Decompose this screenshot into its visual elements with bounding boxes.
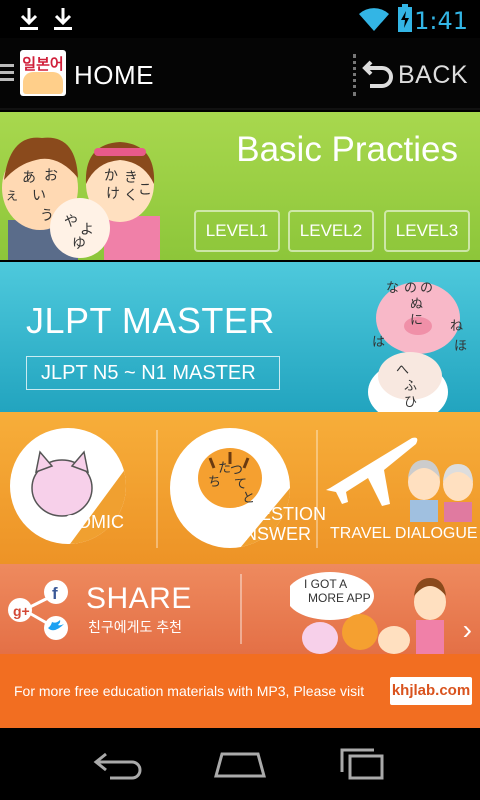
chevron-right-icon: ›	[462, 614, 472, 645]
svg-text:き: き	[124, 169, 138, 185]
jlpt-master-title: JLPT MASTER	[26, 300, 275, 341]
svg-text:て: て	[234, 476, 247, 491]
svg-text:と: と	[242, 490, 255, 505]
svg-text:ね: ね	[450, 318, 463, 333]
kids-illustration: あ お い う え か き け く こ や よ ゆ	[2, 137, 160, 260]
svg-text:け: け	[106, 185, 120, 201]
footer-banner[interactable]: For more free education materials with M…	[0, 654, 480, 728]
svg-text:MORE APP: MORE APP	[308, 591, 371, 605]
screen: 1:41 일본어 HOME BACK あ お い う え か き け く こ や…	[0, 0, 480, 800]
page-title: HOME	[74, 60, 154, 90]
share-network-icon: g+ f	[8, 580, 68, 640]
travel-dialogue-label: TRAVEL DIALOGUE	[330, 525, 478, 542]
back-arrow-icon	[362, 60, 393, 88]
footer-site-link[interactable]: khjlab.com	[390, 677, 472, 705]
svg-text:の: の	[404, 280, 417, 295]
app-logo-text: 일본어	[22, 55, 64, 73]
travel-dialogue-button[interactable]: TRAVEL DIALOGUE	[318, 412, 480, 564]
basic-practies-tile[interactable]: あ お い う え か き け く こ や よ ゆ Basic Practies…	[0, 112, 480, 260]
more-app-illustration: I GOT A MORE APP	[290, 572, 446, 654]
system-nav-bar	[0, 728, 480, 800]
svg-text:I GOT A: I GOT A	[304, 577, 347, 591]
answer-label: ANSWER	[232, 524, 312, 544]
svg-text:く: く	[124, 187, 138, 203]
footer-text: For more free education materials with M…	[14, 683, 365, 699]
recents-nav-icon[interactable]	[334, 746, 390, 782]
svg-text:お: お	[44, 167, 58, 183]
svg-text:ほ: ほ	[454, 338, 467, 353]
question-answer-button[interactable]: た ち つ て と QUESTION ANSWER	[158, 412, 326, 564]
back-label: BACK	[398, 61, 469, 89]
share-title: SHARE	[86, 582, 192, 615]
svg-text:の: の	[420, 280, 433, 295]
share-subtitle: 친구에게도 추천	[88, 619, 183, 635]
svg-text:g+: g+	[13, 603, 30, 619]
svg-text:ひ: ひ	[404, 394, 417, 409]
status-bar: 1:41	[0, 0, 480, 38]
svg-text:い: い	[32, 187, 46, 203]
download-icon	[54, 8, 72, 30]
level3-button[interactable]: LEVEL3	[384, 210, 470, 252]
svg-text:え: え	[6, 189, 18, 203]
wifi-icon	[359, 8, 389, 32]
share-button[interactable]: g+ f SHARE 친구에게도 추천	[0, 564, 240, 654]
svg-text:へ: へ	[396, 362, 409, 377]
svg-text:ふ: ふ	[404, 378, 417, 393]
svg-text:ゆ: ゆ	[72, 235, 86, 251]
svg-text:ぬ: ぬ	[410, 296, 423, 311]
question-label: QUESTION	[232, 504, 327, 524]
svg-text:や: や	[64, 213, 78, 229]
basic-practies-title: Basic Practies	[236, 130, 458, 169]
comic-button[interactable]: COMIC	[0, 412, 156, 564]
divider	[353, 54, 356, 96]
more-app-button[interactable]: I GOT A MORE APP ›	[242, 564, 480, 654]
battery-charging-icon	[398, 4, 412, 32]
menu-icon[interactable]	[0, 64, 14, 82]
level2-button[interactable]: LEVEL2	[288, 210, 374, 252]
download-icon	[20, 8, 38, 30]
svg-text:は: は	[372, 334, 385, 349]
back-nav-icon[interactable]	[92, 746, 148, 782]
jlpt-n5-n1-button[interactable]: JLPT N5 ~ N1 MASTER	[26, 356, 280, 390]
jlpt-master-tile[interactable]: JLPT MASTER JLPT N5 ~ N1 MASTER な の の ぬ …	[0, 262, 480, 412]
svg-text:か: か	[104, 167, 118, 183]
svg-text:f: f	[52, 584, 58, 603]
app-logo[interactable]: 일본어	[20, 50, 66, 96]
logo-kids-illustration	[23, 72, 63, 94]
comic-label: COMIC	[64, 512, 124, 532]
svg-text:う: う	[40, 207, 54, 223]
level1-button[interactable]: LEVEL1	[194, 210, 280, 252]
svg-text:あ: あ	[22, 169, 36, 185]
app-bar: 일본어 HOME BACK	[0, 38, 480, 110]
activities-tile: COMIC た ち つ て と QUESTION ANSWER TRAVEL D…	[0, 412, 480, 564]
home-nav-icon[interactable]	[212, 746, 268, 782]
svg-text:ち: ち	[208, 474, 221, 489]
svg-text:つ: つ	[230, 462, 243, 477]
status-time: 1:41	[414, 7, 468, 35]
svg-text:に: に	[410, 312, 423, 327]
grandparents-illustration	[408, 460, 473, 522]
pig-sheep-illustration: な の の ぬ に ね は ほ へ ふ ひ	[368, 280, 467, 412]
back-button[interactable]: BACK	[360, 52, 472, 96]
svg-text:こ: こ	[138, 181, 152, 197]
svg-text:な: な	[386, 280, 399, 295]
share-tile: g+ f SHARE 친구에게도 추천 I GOT A MORE APP ›	[0, 564, 480, 654]
